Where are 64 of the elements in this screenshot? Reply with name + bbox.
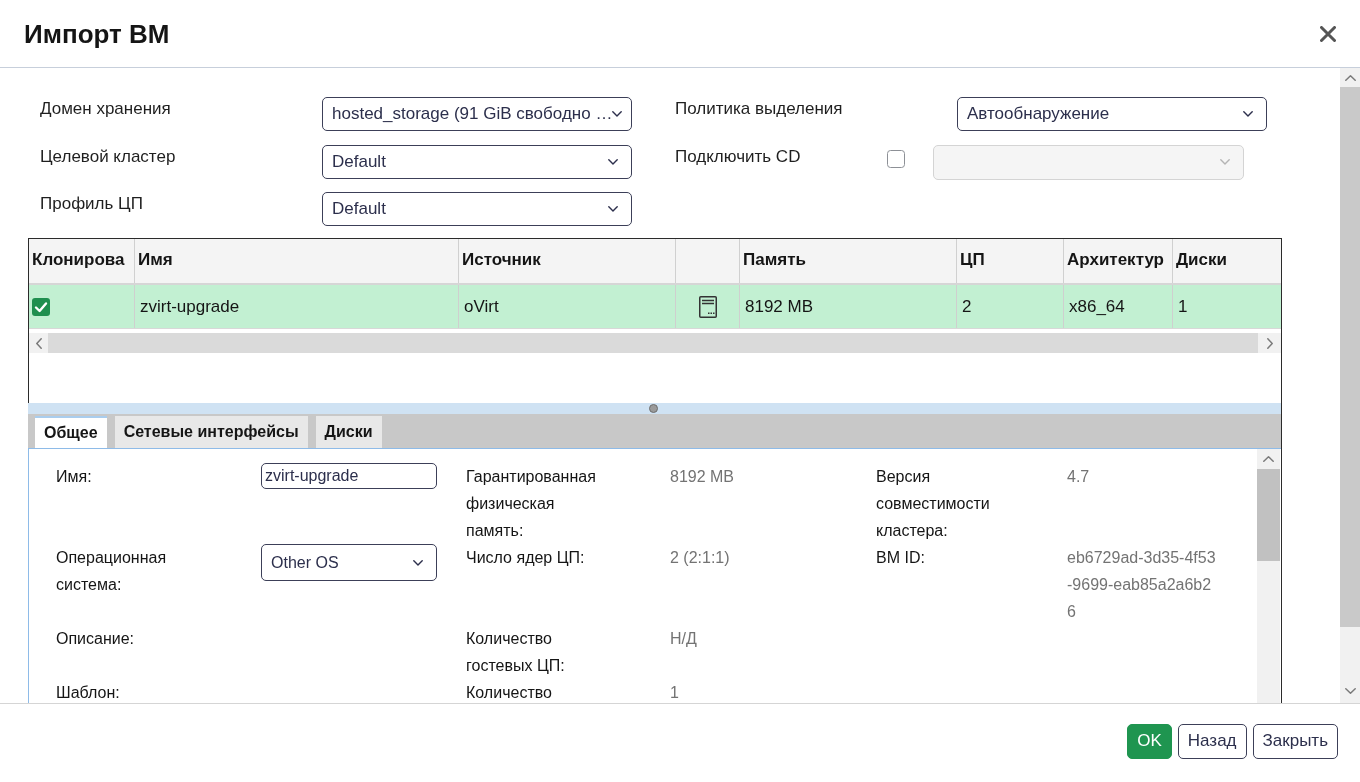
scrollbar-thumb[interactable]	[1257, 469, 1280, 561]
field-label: Шаблон:	[56, 684, 120, 701]
tab[interactable]: Диски	[315, 416, 382, 448]
column-header[interactable]: Имя	[135, 239, 459, 283]
field-label: Политика выделения	[675, 99, 843, 118]
dropdown[interactable]: Default	[322, 144, 632, 179]
field-value: 4.7	[1067, 468, 1090, 485]
table-cell-text: 8192 MB	[744, 295, 814, 318]
field-label: Целевой кластер	[40, 146, 176, 166]
table-cell-text: zvirt-upgrade	[139, 295, 240, 318]
dropdown[interactable]: Other OS	[261, 544, 437, 581]
column-header[interactable]: Источник	[459, 239, 676, 283]
table-cell-text: 1	[1177, 295, 1188, 318]
chevron-down-icon	[612, 111, 623, 117]
field-label: Операционная система:	[56, 549, 167, 593]
chevron-down-icon[interactable]	[1344, 688, 1356, 694]
button[interactable]: Закрыть	[1252, 723, 1338, 759]
field-label: Имя:	[56, 468, 92, 485]
dropdown[interactable]: Default	[322, 192, 632, 226]
column-header[interactable]: ЦП	[957, 239, 1064, 283]
chevron-left-icon[interactable]	[35, 337, 42, 349]
splitter-handle[interactable]	[649, 404, 658, 413]
text-field[interactable]: zvirt-upgrade	[261, 463, 437, 489]
dialog-title: Импорт ВМ	[24, 20, 170, 47]
field-label: ВМ ID:	[876, 549, 925, 566]
field-label: Количество гостевых ЦП:	[466, 630, 565, 674]
dropdown[interactable]: Автообнаружение	[957, 97, 1267, 131]
button[interactable]: Назад	[1177, 723, 1247, 759]
chevron-right-icon[interactable]	[1266, 337, 1273, 349]
field-label: Число ядер ЦП:	[466, 549, 585, 566]
field-label: Описание:	[56, 630, 135, 647]
table-row[interactable]: zvirt-upgrade oVirt 8192 MB 2 x86_64 1	[29, 285, 1281, 329]
document-icon	[698, 295, 717, 318]
checkbox[interactable]	[32, 297, 50, 316]
chevron-down-icon	[1220, 159, 1230, 165]
field-label: Домен хранения	[40, 99, 171, 118]
column-header[interactable]: Клонирова	[29, 239, 135, 283]
column-header[interactable]: Архитектур	[1064, 239, 1173, 283]
field-value: 1	[670, 684, 679, 701]
table-cell-text: oVirt	[463, 295, 499, 318]
field-label: Версия совместимости кластера:	[876, 468, 990, 539]
close-icon[interactable]	[1320, 25, 1336, 42]
chevron-up-icon[interactable]	[1344, 74, 1356, 81]
dropdown[interactable]: hosted_storage (91 GiB свободно …	[322, 97, 632, 131]
button[interactable]: OK	[1127, 723, 1172, 759]
field-value: Н/Д	[670, 630, 697, 647]
table-cell-text: 2	[961, 295, 972, 318]
field-value: eb6729ad-3d35-4f53-9699-eab85a2a6b26	[1067, 549, 1216, 620]
column-header[interactable]: Память	[740, 239, 957, 283]
chevron-down-icon	[608, 206, 618, 212]
tab[interactable]: Сетевые интерфейсы	[114, 416, 308, 448]
tab[interactable]: Общее	[35, 416, 107, 448]
chevron-down-icon	[608, 158, 618, 165]
vertical-scrollbar[interactable]	[1257, 449, 1280, 703]
chevron-down-icon	[413, 559, 423, 566]
chevron-up-icon[interactable]	[1263, 456, 1274, 462]
chevron-down-icon	[1243, 111, 1253, 117]
column-header[interactable]: Диски	[1173, 239, 1281, 283]
table-cell-text: x86_64	[1068, 295, 1125, 318]
field-label: Подключить CD	[675, 146, 801, 166]
field-value: 8192 MB	[670, 468, 735, 485]
field-label: Профиль ЦП	[40, 194, 143, 213]
field-label: Количество	[466, 684, 552, 701]
field-label: Гарантированная физическая память:	[466, 468, 596, 539]
